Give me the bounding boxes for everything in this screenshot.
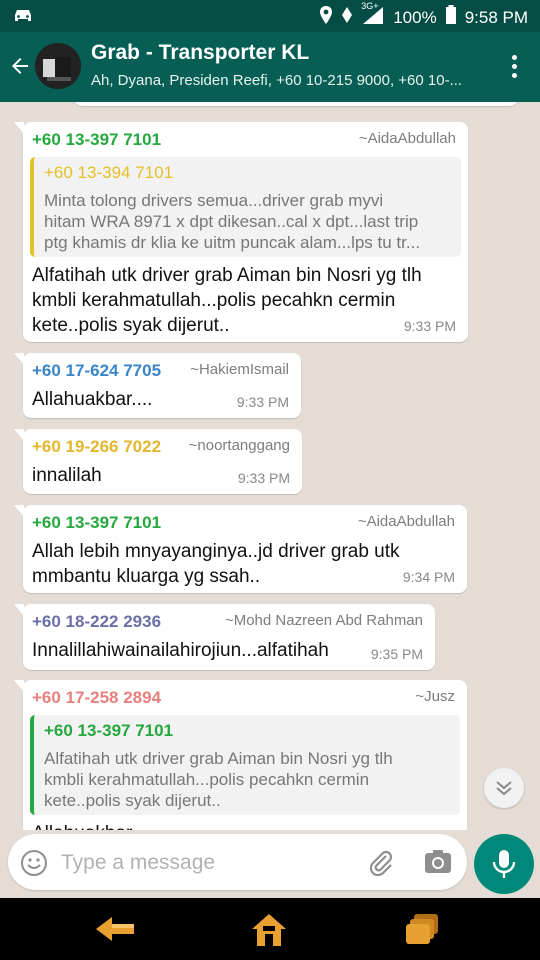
message-bubble[interactable]: +60 19-266 7022 ~noortanggang innalilah … [14,429,302,494]
sender-alias: ~Mohd Nazreen Abd Rahman [224,612,423,629]
message-text-line: Innalillahiwainailahirojiun...alfatihah [32,640,329,661]
sender-phone[interactable]: +60 13-397 7101 [32,130,161,150]
message-text-line: Allahuakbar.... [32,389,153,410]
message-text-line: innalilah [32,465,102,486]
message-composer[interactable]: Type a message [8,834,467,890]
system-navigation-bar [0,898,540,960]
sender-alias: ~Jusz [415,688,455,705]
sender-alias: ~noortanggang [188,437,290,454]
battery-icon [445,5,457,31]
battery-percent: 100% [393,8,437,27]
recents-nav-icon[interactable] [404,912,440,951]
message-bubble[interactable]: +60 18-222 2936 ~Mohd Nazreen Abd Rahman… [14,604,435,670]
message-text-line: kmbli kerahmatullah...polis pecahkn cerm… [32,290,396,311]
quoted-message[interactable]: +60 13-397 7101 Alfatihah utk driver gra… [30,715,460,815]
sender-alias: ~HakiemIsmail [190,361,289,378]
message-text-line: Alfatihah utk driver grab Aiman bin Nosr… [32,265,422,286]
camera-icon[interactable] [424,849,452,880]
sender-phone[interactable]: +60 13-397 7101 [32,513,161,533]
message-bubble[interactable]: +60 17-624 7705 ~HakiemIsmail Allahuakba… [14,353,301,418]
clock: 9:58 PM [464,8,528,27]
quoted-sender: +60 13-394 7101 [44,163,174,182]
message-input[interactable]: Type a message [61,851,215,875]
scroll-to-bottom-button[interactable] [484,768,524,808]
quoted-text-line: hitam WRA 8971 x dpt dikesan..cal x dpt.… [44,212,419,231]
message-time: 9:35 PM [370,646,423,662]
sender-phone[interactable]: +60 19-266 7022 [32,437,161,457]
quoted-text-line: ptg khamis dr klia ke uitm puncak alam..… [44,233,421,252]
car-icon [12,7,34,28]
quoted-sender: +60 13-397 7101 [44,721,174,740]
chat-header: Grab - Transporter KL Ah, Dyana, Preside… [0,32,540,102]
message-bubble-partial[interactable] [74,102,518,106]
sender-phone[interactable]: +60 17-258 2894 [32,688,161,708]
message-time: 9:33 PM [237,470,290,486]
message-time: 9:33 PM [403,318,456,334]
group-avatar[interactable] [35,43,81,89]
quoted-text-line: kmbli kerahmatullah...polis pecahkn cerm… [44,770,370,789]
sender-phone[interactable]: +60 17-624 7705 [32,361,161,381]
message-text-line: mmbantu kluarga yg ssah.. [32,566,261,587]
signal-icon: 3G+ [361,1,385,31]
voice-message-button[interactable] [474,834,534,894]
message-bubble[interactable]: +60 13-397 7101 ~AidaAbdullah Allah lebi… [14,505,467,593]
attach-icon[interactable] [366,848,396,883]
home-nav-icon[interactable] [250,912,288,953]
emoji-icon[interactable] [20,849,48,882]
message-text-line: Allahuakbar... [32,821,147,830]
message-bubble[interactable]: +60 17-258 2894 ~Jusz +60 13-397 7101 Al… [14,680,467,830]
group-title[interactable]: Grab - Transporter KL [91,41,309,65]
quoted-text-line: Alfatihah utk driver grab Aiman bin Nosr… [44,749,393,768]
overflow-menu-icon[interactable] [512,55,518,82]
quoted-text-line: kete..polis syak dijerut.. [44,791,221,810]
double-chevron-down-icon [496,781,512,796]
group-members[interactable]: Ah, Dyana, Presiden Reefi, +60 10-215 90… [91,72,491,89]
message-text-line: Allah lebih mnyayanginya..jd driver grab… [32,541,400,562]
back-nav-icon[interactable] [94,912,138,951]
sender-alias: ~AidaAbdullah [358,130,456,147]
network-type: 3G+ [361,1,379,11]
sender-alias: ~AidaAbdullah [357,513,455,530]
back-arrow-icon[interactable] [8,54,32,83]
message-list[interactable]: +60 13-397 7101 ~AidaAbdullah +60 13-394… [0,102,540,830]
sender-phone[interactable]: +60 18-222 2936 [32,612,161,632]
location-icon [319,5,333,31]
mic-icon [492,850,516,878]
quoted-message[interactable]: +60 13-394 7101 Minta tolong drivers sem… [30,157,461,257]
status-bar: 3G+ 100% 9:58 PM [0,0,540,32]
quoted-text-line: Minta tolong drivers semua...driver grab… [44,191,384,210]
message-bubble[interactable]: +60 13-397 7101 ~AidaAbdullah +60 13-394… [14,122,468,342]
message-time: 9:34 PM [402,569,455,585]
message-text-line: kete..polis syak dijerut.. [32,315,230,336]
vibrate-icon [341,6,353,30]
message-time: 9:33 PM [236,394,289,410]
